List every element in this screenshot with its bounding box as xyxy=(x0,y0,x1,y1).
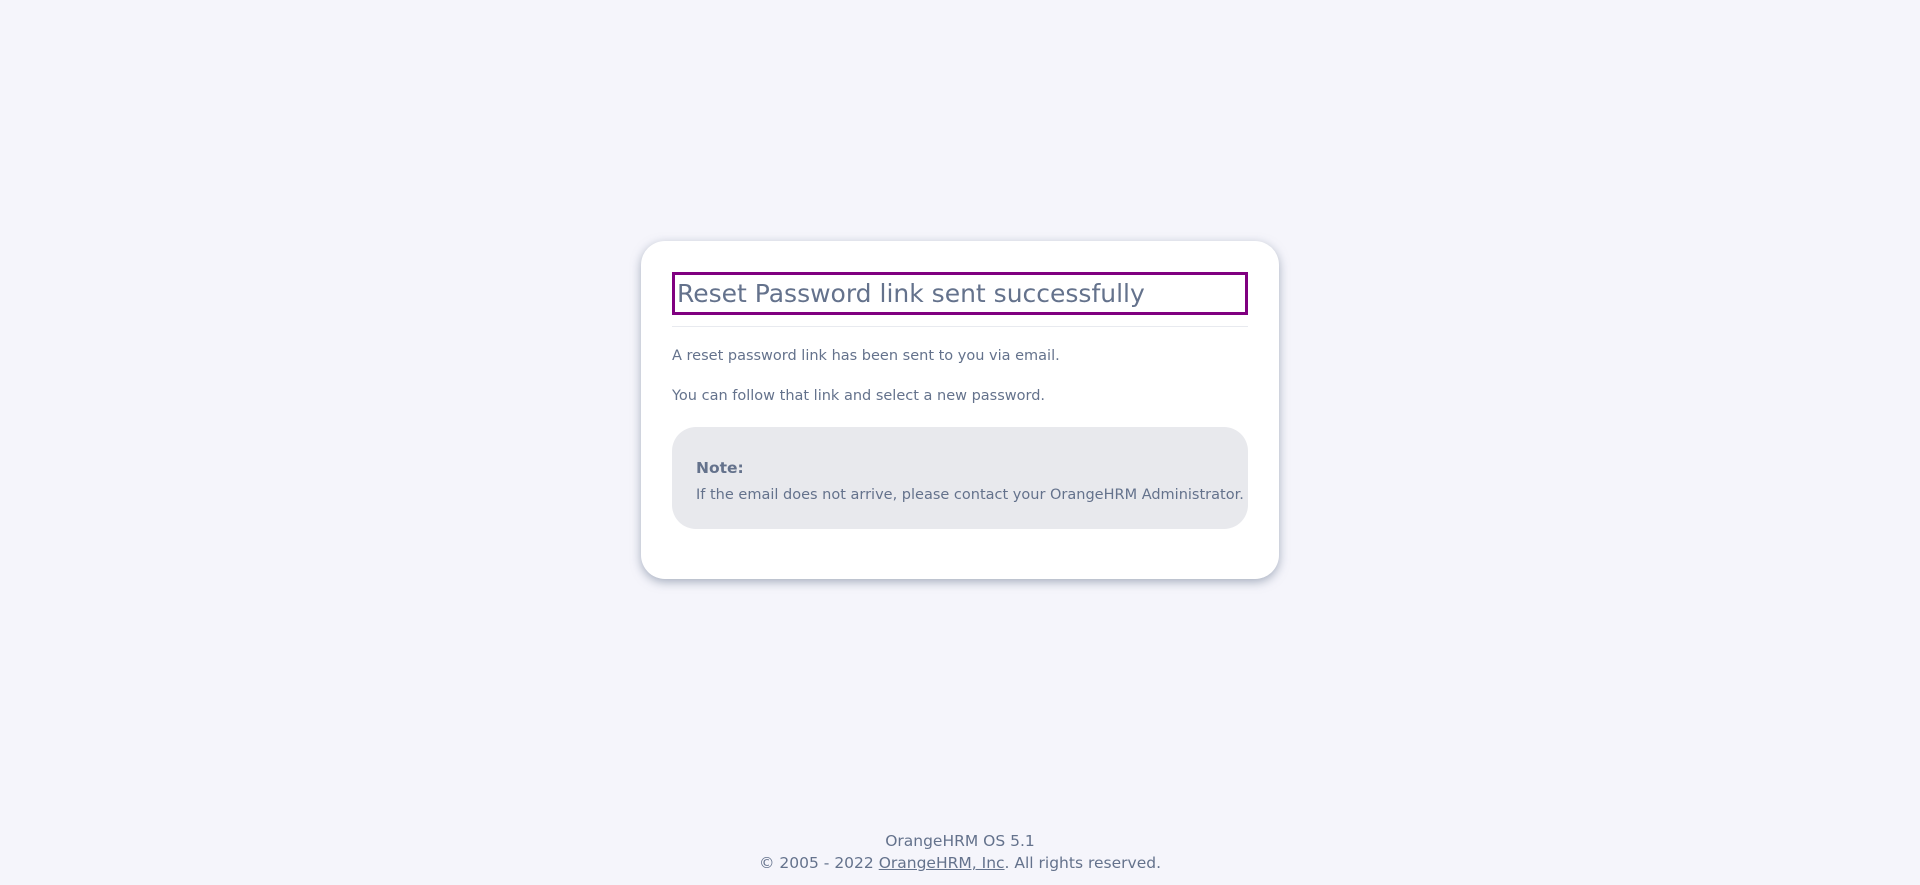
info-message-follow: You can follow that link and select a ne… xyxy=(672,388,1046,404)
note-box: Note: If the email does not arrive, plea… xyxy=(672,427,1248,529)
copyright-text: © 2005 - 2022 OrangeHRM, Inc. All rights… xyxy=(0,852,1920,874)
company-link[interactable]: OrangeHRM, Inc xyxy=(879,854,1005,872)
reset-password-card: Reset Password link sent successfully A … xyxy=(641,241,1279,579)
divider xyxy=(672,326,1248,327)
copyright-suffix: . All rights reserved. xyxy=(1004,854,1161,872)
note-text: If the email does not arrive, please con… xyxy=(696,487,1244,503)
note-label: Note: xyxy=(696,459,744,477)
version-text: OrangeHRM OS 5.1 xyxy=(885,832,1035,850)
page-title: Reset Password link sent successfully xyxy=(672,272,1248,315)
info-message-sent: A reset password link has been sent to y… xyxy=(672,348,1060,364)
copyright-prefix: © 2005 - 2022 xyxy=(759,854,879,872)
footer: OrangeHRM OS 5.1 © 2005 - 2022 OrangeHRM… xyxy=(0,830,1920,874)
